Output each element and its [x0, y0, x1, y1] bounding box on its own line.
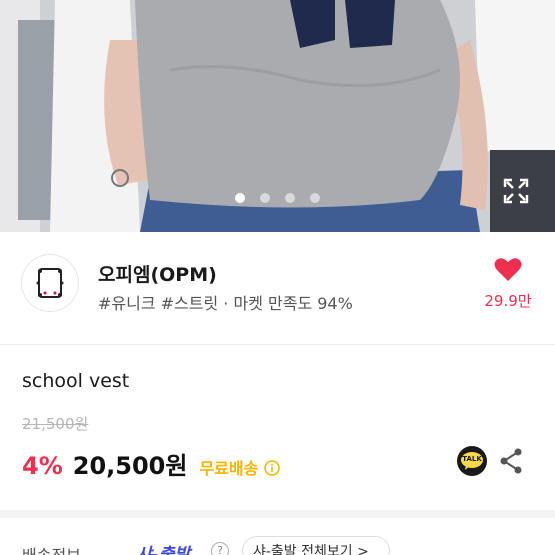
store-tags: #유니크 #스트릿 · 마켓 만족도 94%	[98, 294, 353, 313]
delivery-tag: 샤-출발	[136, 545, 190, 555]
delivery-info: 배송정보 샤-출발 ? 샤-출발 전체보기 >	[0, 518, 555, 555]
slide-indicator[interactable]	[235, 193, 320, 203]
store-logo-icon	[36, 268, 64, 298]
delivery-more-button[interactable]: 샤-출발 전체보기 >	[242, 536, 390, 555]
product-title: school vest	[22, 370, 130, 392]
section-divider	[0, 510, 555, 518]
like-button[interactable]: 29.9만	[483, 257, 533, 311]
slide-dot-4[interactable]	[310, 193, 320, 203]
delivery-help-icon[interactable]: ?	[211, 542, 229, 555]
kakao-talk-button[interactable]: TALK	[457, 446, 487, 476]
product-image[interactable]	[0, 0, 555, 232]
store-info[interactable]: 오피엠(OPM) #유니크 #스트릿 · 마켓 만족도 94% 29.9만	[0, 232, 555, 344]
slide-dot-2[interactable]	[260, 193, 270, 203]
heart-icon[interactable]	[494, 257, 522, 282]
price-row: 4% 20,500원 무료배송	[22, 446, 281, 481]
slide-dot-1[interactable]	[235, 193, 245, 203]
like-count: 29.9만	[484, 292, 532, 310]
share-icon[interactable]	[499, 448, 523, 474]
expand-icon[interactable]	[503, 178, 529, 204]
original-price: 21,500원	[22, 415, 89, 433]
kakao-talk-label: TALK	[462, 455, 482, 463]
store-logo[interactable]	[22, 255, 78, 311]
info-icon[interactable]	[264, 460, 281, 476]
free-shipping-label[interactable]: 무료배송	[199, 455, 258, 479]
discount-rate: 4%	[22, 452, 63, 480]
sale-price: 20,500원	[72, 452, 188, 480]
store-name[interactable]: 오피엠(OPM)	[98, 260, 217, 287]
divider	[0, 344, 555, 345]
delivery-label: 배송정보	[22, 542, 81, 555]
slide-dot-3[interactable]	[285, 193, 295, 203]
